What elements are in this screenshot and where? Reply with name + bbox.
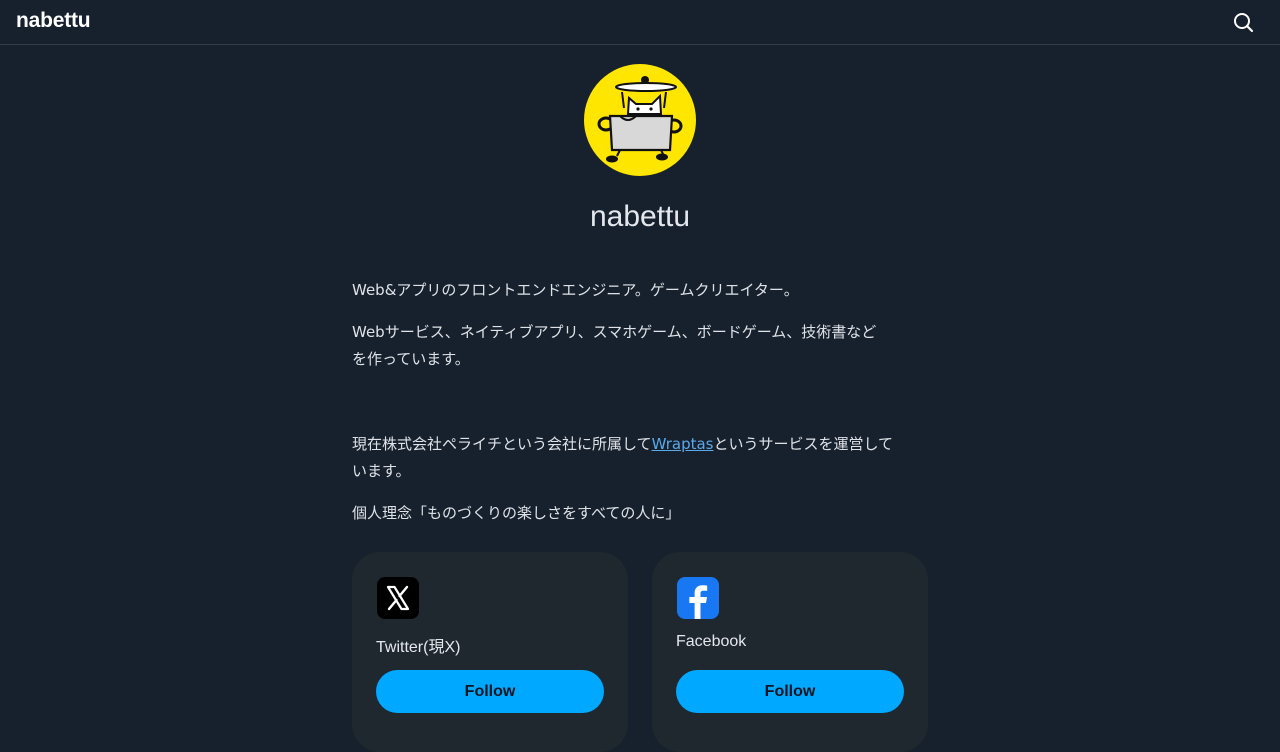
cat-pot-avatar-icon	[597, 76, 683, 163]
bio-text: 現在株式会社ペライチという会社に所属して	[352, 435, 652, 453]
search-icon	[1234, 13, 1254, 33]
profile-avatar	[584, 64, 696, 176]
follow-facebook-button[interactable]: Follow	[676, 670, 904, 713]
follow-twitter-button[interactable]: Follow	[376, 670, 604, 713]
bio-line: を作っています。	[352, 350, 470, 368]
social-card-facebook: Facebook Follow	[652, 552, 928, 752]
social-card-twitter: Twitter(現X) Follow	[352, 552, 628, 752]
bio-line-philosophy: 個人理念「ものづくりの楽しさをすべての人に」	[352, 504, 681, 522]
social-label: Facebook	[676, 633, 747, 650]
bio-line: Webサービス、ネイティブアプリ、スマホゲーム、ボードゲーム、技術書など	[352, 323, 877, 341]
facebook-icon	[677, 577, 719, 619]
bio-line: Web&アプリのフロントエンドエンジニア。ゲームクリエイター。	[352, 281, 799, 299]
bio-line: います。	[352, 462, 411, 480]
wraptas-link[interactable]: Wraptas	[652, 435, 714, 453]
x-icon	[377, 577, 419, 619]
site-brand-link[interactable]: nabettu	[16, 9, 91, 33]
bio-line-company: 現在株式会社ペライチという会社に所属してWraptasというサービスを運営して	[352, 431, 932, 458]
bio-text: というサービスを運営して	[713, 435, 894, 453]
search-button[interactable]	[1230, 9, 1258, 37]
top-bar: nabettu	[0, 0, 1280, 45]
social-label: Twitter(現X)	[376, 639, 461, 656]
profile-name: nabettu	[589, 200, 691, 233]
